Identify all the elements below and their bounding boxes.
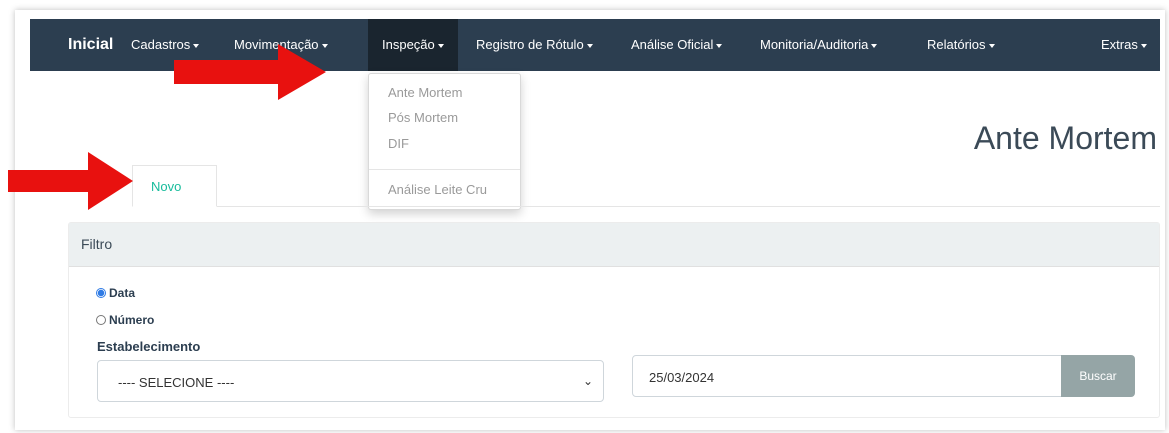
radio-data-label: Data xyxy=(109,286,136,300)
establishment-select-value: ---- SELECIONE ---- xyxy=(118,375,235,390)
radio-numero-label: Número xyxy=(109,313,155,327)
nav-label: Extras xyxy=(1101,37,1138,52)
date-input-value: 25/03/2024 xyxy=(649,370,715,385)
date-input[interactable]: 25/03/2024 xyxy=(632,355,1062,397)
tab-novo-label: Novo xyxy=(151,179,182,194)
nav-relatorios[interactable]: Relatórios xyxy=(927,19,995,71)
nav-label: Relatórios xyxy=(927,37,986,52)
nav-home-link[interactable]: Inicial xyxy=(68,19,113,71)
menu-item-analise-leite-cru[interactable]: Análise Leite Cru xyxy=(388,182,487,197)
tab-novo[interactable]: Novo xyxy=(132,165,217,207)
menu-item-pos-mortem[interactable]: Pós Mortem xyxy=(388,110,458,125)
caret-down-icon xyxy=(586,43,593,48)
menu-divider xyxy=(369,169,520,170)
filter-heading-label: Filtro xyxy=(81,236,113,252)
red-arrow-annotation-icon xyxy=(8,152,133,210)
filter-panel-heading: Filtro xyxy=(69,223,1159,267)
radio-numero[interactable]: Número xyxy=(96,313,154,327)
search-button[interactable]: Buscar xyxy=(1061,355,1135,397)
caret-down-icon xyxy=(871,43,878,48)
nav-monitoria-auditoria[interactable]: Monitoria/Auditoria xyxy=(760,19,878,71)
radio-checked-icon[interactable] xyxy=(96,288,106,298)
page-title: Ante Mortem xyxy=(973,120,1157,156)
caret-down-icon xyxy=(988,43,995,48)
caret-down-icon xyxy=(716,43,723,48)
tabs-divider xyxy=(132,206,1160,207)
nav-label: Análise Oficial xyxy=(631,37,714,52)
red-arrow-annotation-icon xyxy=(174,44,326,100)
nav-extras[interactable]: Extras xyxy=(1101,19,1147,71)
nav-analise-oficial[interactable]: Análise Oficial xyxy=(631,19,723,71)
caret-down-icon xyxy=(437,43,444,48)
nav-label: Inspeção xyxy=(382,37,435,52)
menu-item-dif[interactable]: DIF xyxy=(388,136,409,151)
establishment-label: Estabelecimento xyxy=(97,339,201,354)
chevron-down-icon: ⌄ xyxy=(582,374,593,388)
radio-unchecked-icon[interactable] xyxy=(96,315,106,325)
establishment-select[interactable]: ---- SELECIONE ---- ⌄ xyxy=(97,360,604,402)
nav-label: Monitoria/Auditoria xyxy=(760,37,869,52)
nav-registro-rotulo[interactable]: Registro de Rótulo xyxy=(476,19,593,71)
radio-data[interactable]: Data xyxy=(96,286,135,300)
nav-inspecao[interactable]: Inspeção xyxy=(368,19,458,71)
caret-down-icon xyxy=(1140,43,1147,48)
nav-label: Registro de Rótulo xyxy=(476,37,584,52)
menu-item-ante-mortem[interactable]: Ante Mortem xyxy=(388,85,462,100)
inspecao-dropdown-menu: Ante Mortem Pós Mortem DIF Análise Leite… xyxy=(368,73,521,210)
